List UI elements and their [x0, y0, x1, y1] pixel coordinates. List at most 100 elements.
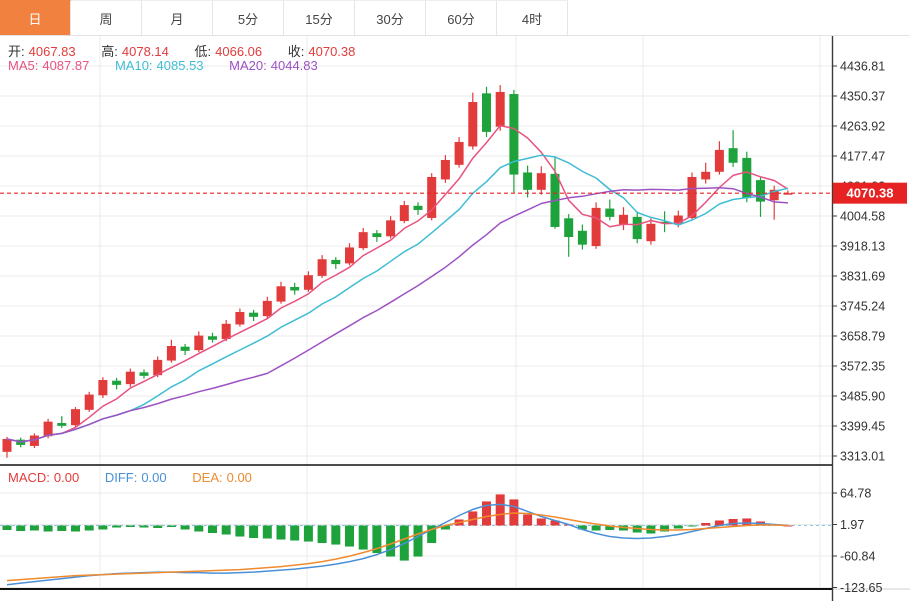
macd-bar [98, 525, 107, 529]
candle [523, 172, 532, 189]
candle [263, 301, 272, 316]
candle [537, 173, 546, 190]
current-price-tag-text: 4070.38 [847, 186, 894, 201]
price-axis-label: 3745.24 [840, 300, 885, 314]
macd-axis-label: -60.84 [840, 549, 875, 563]
candle [345, 247, 354, 263]
macd-bar [16, 525, 25, 531]
candle [414, 206, 423, 210]
chart-window: 4436.814350.374263.924177.474091.024004.… [0, 0, 910, 601]
candle [71, 409, 80, 425]
macd-bar [674, 525, 683, 528]
candle [222, 324, 231, 339]
candle [701, 172, 710, 180]
candle [441, 160, 450, 179]
macd-bar [235, 525, 244, 536]
macd-bar [414, 525, 423, 556]
price-axis-label: 4177.47 [840, 150, 885, 164]
macd-bar [318, 525, 327, 543]
tab-5min[interactable]: 5分 [213, 0, 284, 35]
price-axis-label: 3399.45 [840, 420, 885, 434]
price-axis-label: 3658.79 [840, 330, 885, 344]
macd-axis-label: -123.65 [840, 581, 882, 595]
candle [112, 381, 121, 385]
macd-bar [331, 525, 340, 544]
candle [85, 395, 94, 410]
macd-bar [345, 525, 354, 546]
price-axis-label: 3313.01 [840, 450, 885, 464]
price-axis-label: 3572.35 [840, 360, 885, 374]
candle [194, 336, 203, 351]
macd-bar [153, 525, 162, 528]
macd-bar [85, 525, 94, 530]
candle [44, 422, 53, 437]
macd-bar [194, 525, 203, 531]
candle [455, 142, 464, 165]
tab-month[interactable]: 月 [142, 0, 213, 35]
candle [331, 260, 340, 264]
price-axis-label: 4263.92 [840, 120, 885, 134]
candle [400, 205, 409, 221]
candle [592, 208, 601, 246]
chart-svg[interactable]: 4436.814350.374263.924177.474091.024004.… [0, 0, 910, 601]
macd-bar [701, 523, 710, 526]
candle [57, 423, 66, 426]
candle [235, 312, 244, 324]
macd-bar [222, 525, 231, 534]
candle [372, 233, 381, 237]
candle [167, 346, 176, 361]
price-axis-label: 3918.13 [840, 240, 885, 254]
tab-60min[interactable]: 60分 [426, 0, 497, 35]
candle [249, 313, 258, 317]
candle [715, 150, 724, 172]
candle [468, 102, 477, 146]
tab-15min[interactable]: 15分 [284, 0, 355, 35]
tab-day[interactable]: 日 [0, 0, 71, 35]
macd-bar [523, 514, 532, 525]
candle [729, 148, 738, 163]
candle [619, 215, 628, 225]
macd-bar [140, 525, 149, 527]
macd-bar [277, 525, 286, 539]
macd-bar [742, 518, 751, 525]
macd-bar [112, 525, 121, 527]
macd-bar [57, 525, 66, 531]
candle [290, 287, 299, 290]
macd-bar [263, 525, 272, 538]
macd-bar [126, 525, 135, 527]
candle [140, 372, 149, 375]
macd-bar [208, 525, 217, 533]
chart-plot-area[interactable] [0, 35, 832, 589]
candle [578, 231, 587, 245]
candle [3, 439, 12, 452]
macd-bar [249, 525, 258, 538]
price-axis-label: 3485.90 [840, 390, 885, 404]
macd-bar [359, 525, 368, 549]
tab-30min[interactable]: 30分 [355, 0, 426, 35]
macd-bar [304, 525, 313, 541]
price-axis-label: 4436.81 [840, 60, 885, 74]
macd-bar [496, 494, 505, 525]
tab-week[interactable]: 周 [71, 0, 142, 35]
candle [564, 218, 573, 237]
candle [277, 286, 286, 301]
candle [496, 92, 505, 127]
macd-bar [71, 525, 80, 531]
candle [359, 232, 368, 248]
candle [304, 275, 313, 290]
macd-bar [290, 525, 299, 540]
macd-bar [537, 518, 546, 525]
candle [208, 336, 217, 339]
macd-bar [167, 525, 176, 527]
candle [633, 217, 642, 239]
timeframe-tabbar: 日周月5分15分30分60分4时 [0, 0, 910, 36]
candle [98, 380, 107, 395]
tab-4hour[interactable]: 4时 [497, 0, 568, 35]
macd-bar [386, 525, 395, 556]
candle [318, 259, 327, 276]
candle [126, 372, 135, 384]
macd-bar [592, 525, 601, 530]
macd-bar [44, 525, 53, 531]
candle [482, 93, 491, 132]
candle [646, 224, 655, 241]
